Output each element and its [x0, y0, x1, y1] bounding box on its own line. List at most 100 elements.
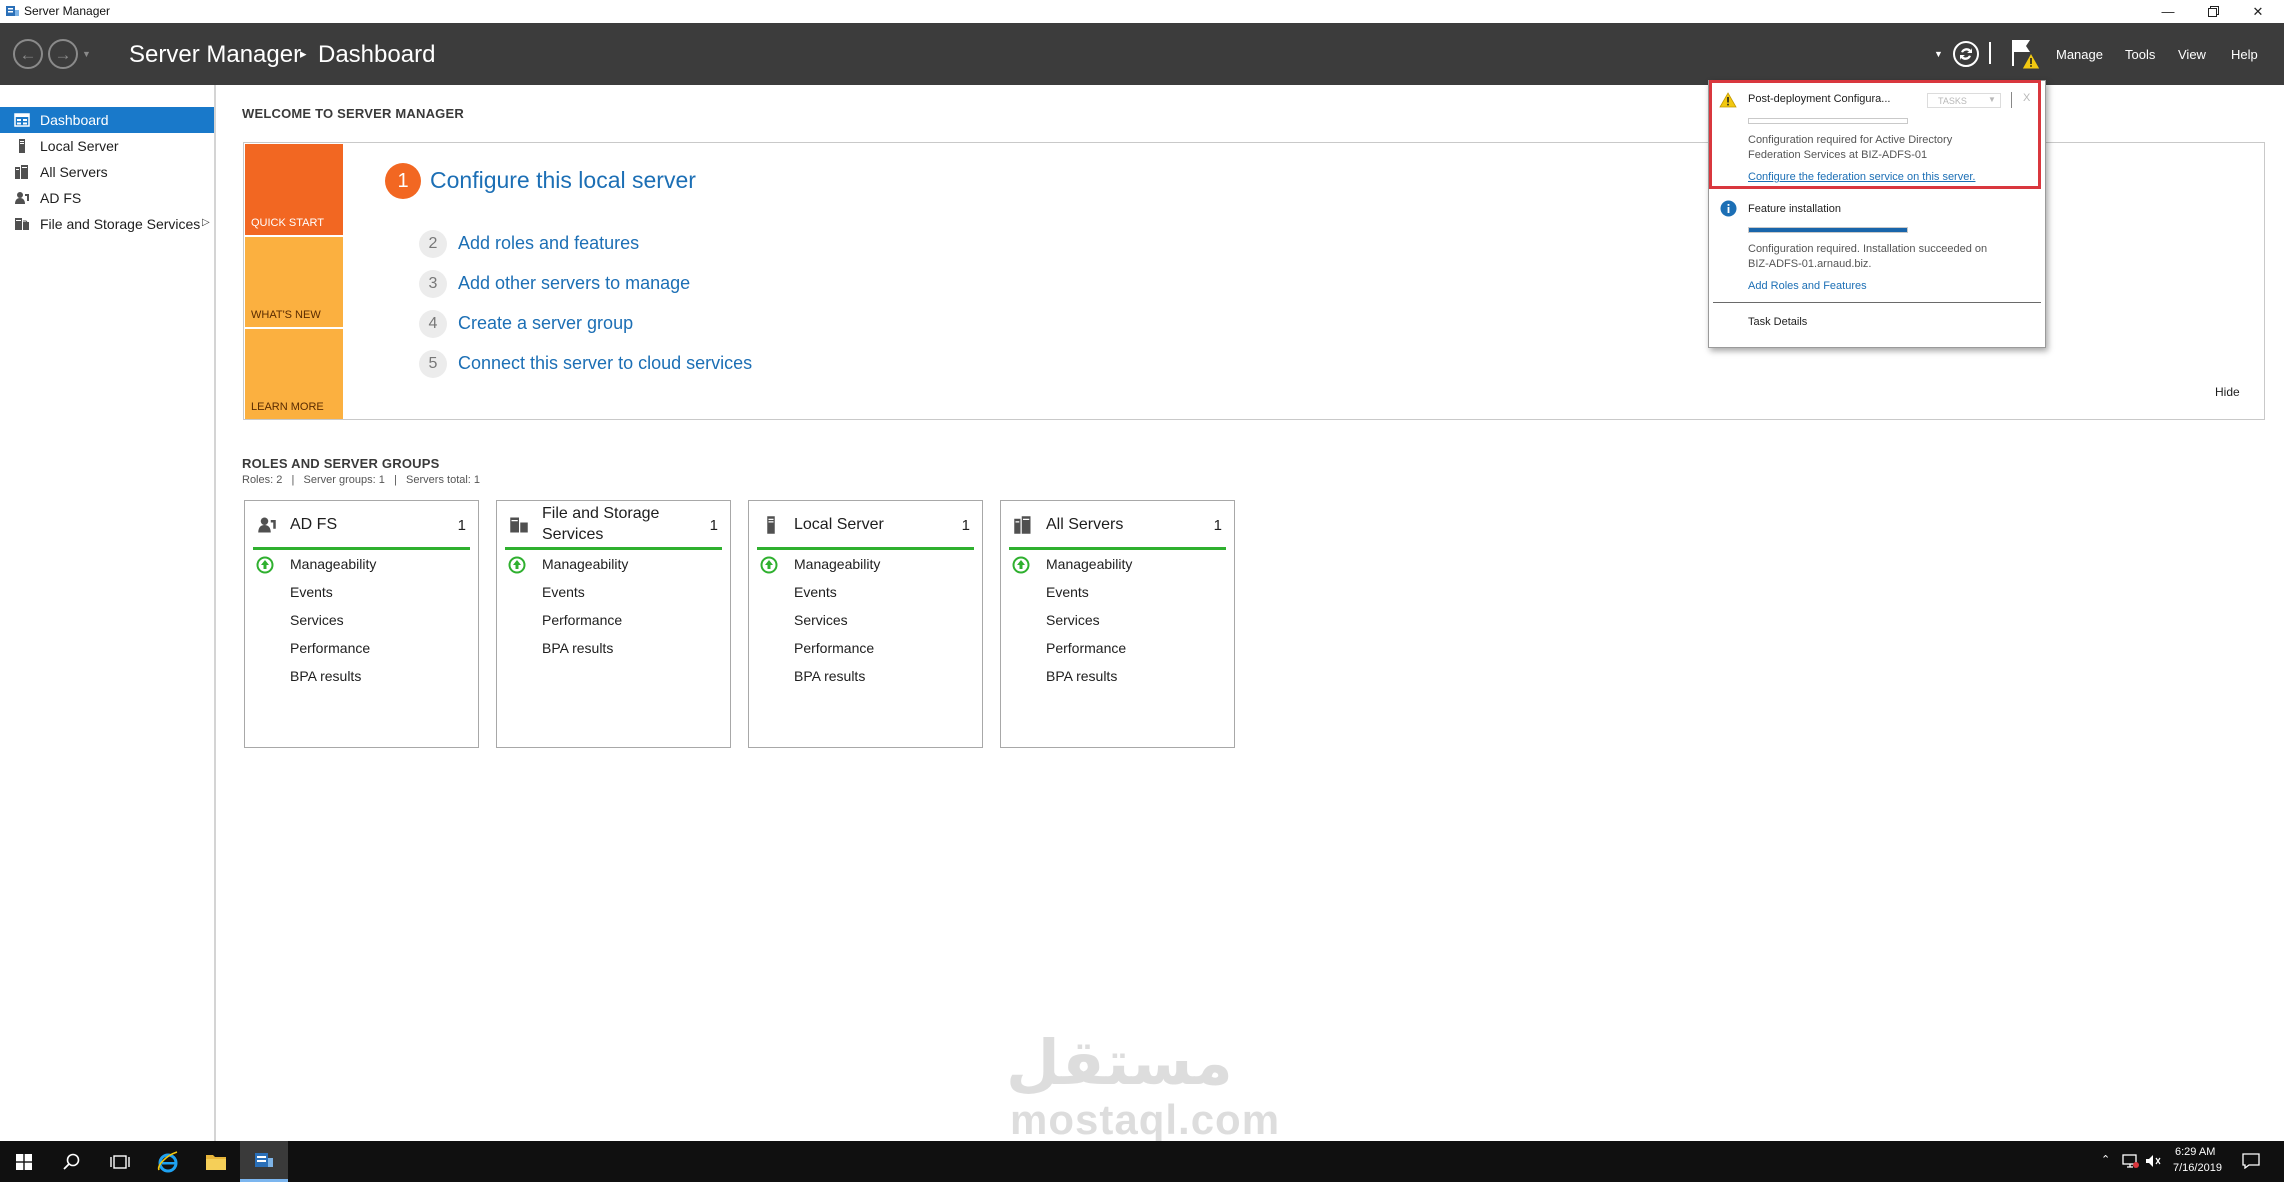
configure-local-server-link[interactable]: Configure this local server	[430, 167, 696, 194]
card-row-manageability[interactable]: Manageability	[290, 556, 376, 572]
back-button[interactable]: ←	[13, 39, 43, 69]
roles-summary: Roles: 2 | Server groups: 1 | Servers to…	[242, 474, 481, 486]
menu-manage[interactable]: Manage	[2056, 47, 2103, 62]
search-button[interactable]	[48, 1141, 96, 1182]
watermark-arabic: مستقل	[1006, 1029, 1233, 1098]
start-button[interactable]	[0, 1141, 48, 1182]
sidebar-item-local-server[interactable]: Local Server	[0, 133, 214, 159]
network-icon[interactable]	[2121, 1154, 2139, 1168]
add-roles-link[interactable]: Add roles and features	[458, 233, 639, 254]
server-icon	[19, 139, 25, 153]
action-center-icon[interactable]	[2242, 1153, 2260, 1169]
app-header: ← → ▼ Server Manager ▸ Dashboard ▼ Manag…	[0, 23, 2284, 85]
card-row-performance[interactable]: Performance	[1046, 640, 1126, 656]
card-title[interactable]: All Servers	[1046, 516, 1123, 534]
volume-icon[interactable]	[2145, 1154, 2161, 1168]
server-manager-taskbar-button[interactable]	[240, 1141, 288, 1182]
taskbar: ⌃ 6:29 AM 7/16/2019	[0, 1141, 2284, 1182]
forward-button[interactable]: →	[48, 39, 78, 69]
tile-label: LEARN MORE	[251, 401, 324, 413]
card-row-events[interactable]: Events	[1046, 584, 1089, 600]
header-dropdown-icon[interactable]: ▼	[1934, 49, 1943, 59]
info-icon	[1720, 200, 1737, 217]
card-count: 1	[709, 517, 718, 534]
sidebar-item-label: AD FS	[40, 190, 82, 206]
card-row-performance[interactable]: Performance	[290, 640, 370, 656]
card-row-events[interactable]: Events	[794, 584, 837, 600]
sidebar-item-all-servers[interactable]: All Servers	[0, 159, 214, 185]
header-divider	[1989, 42, 1991, 64]
menu-view[interactable]: View	[2178, 47, 2206, 62]
card-row-performance[interactable]: Performance	[542, 612, 622, 628]
card-row-services[interactable]: Services	[1046, 612, 1100, 628]
breadcrumb-root[interactable]: Server Manager	[129, 41, 301, 69]
search-icon	[63, 1153, 80, 1170]
notification-title: Feature installation	[1748, 203, 1841, 215]
status-ok-icon	[256, 556, 274, 574]
card-row-events[interactable]: Events	[542, 584, 585, 600]
role-card-all-servers[interactable]: All Servers 1 Manageability Events Servi…	[1000, 500, 1235, 748]
task-details-link[interactable]: Task Details	[1748, 316, 1807, 328]
connect-cloud-link[interactable]: Connect this server to cloud services	[458, 353, 752, 374]
notifications-flag-icon[interactable]	[2010, 37, 2042, 71]
task-view-button[interactable]	[96, 1141, 144, 1182]
tile-quick-start[interactable]: QUICK START	[245, 144, 343, 235]
card-count: 1	[457, 517, 466, 534]
card-row-bpa[interactable]: BPA results	[290, 668, 361, 684]
sidebar-item-label: Dashboard	[40, 112, 109, 128]
refresh-icon[interactable]	[1952, 40, 1980, 68]
tray-chevron-up-icon[interactable]: ⌃	[2101, 1153, 2110, 1166]
card-row-bpa[interactable]: BPA results	[794, 668, 865, 684]
menu-tools[interactable]: Tools	[2125, 47, 2155, 62]
history-dropdown-icon[interactable]: ▼	[82, 49, 91, 59]
step-number: 2	[419, 230, 447, 258]
taskbar-date[interactable]: 7/16/2019	[2173, 1162, 2222, 1174]
step-number: 4	[419, 310, 447, 338]
file-explorer-button[interactable]	[192, 1141, 240, 1182]
status-bar	[505, 547, 722, 550]
chevron-right-icon[interactable]: ▷	[202, 217, 210, 228]
status-bar	[757, 547, 974, 550]
card-row-manageability[interactable]: Manageability	[794, 556, 880, 572]
breadcrumb-current: Dashboard	[318, 41, 436, 68]
sidebar: Dashboard Local Server All Servers AD FS…	[0, 85, 216, 1141]
tile-learn-more[interactable]: LEARN MORE	[245, 329, 343, 419]
add-servers-link[interactable]: Add other servers to manage	[458, 273, 690, 294]
card-title[interactable]: File and Storage	[542, 505, 659, 523]
role-card-local-server[interactable]: Local Server 1 Manageability Events Serv…	[748, 500, 983, 748]
card-row-manageability[interactable]: Manageability	[542, 556, 628, 572]
close-button[interactable]: ✕	[2232, 0, 2284, 23]
ie-button[interactable]	[144, 1141, 192, 1182]
add-roles-features-link[interactable]: Add Roles and Features	[1748, 280, 1867, 292]
status-ok-icon	[1012, 556, 1030, 574]
sidebar-item-adfs[interactable]: AD FS	[0, 185, 214, 211]
menu-help[interactable]: Help	[2231, 47, 2258, 62]
sidebar-item-dashboard[interactable]: Dashboard	[0, 107, 214, 133]
card-row-bpa[interactable]: BPA results	[1046, 668, 1117, 684]
sidebar-item-file-storage[interactable]: File and Storage Services ▷	[0, 211, 214, 237]
tile-whats-new[interactable]: WHAT'S NEW	[245, 237, 343, 327]
taskbar-time[interactable]: 6:29 AM	[2175, 1146, 2215, 1158]
welcome-title: WELCOME TO SERVER MANAGER	[242, 106, 464, 121]
hide-link[interactable]: Hide	[2215, 385, 2240, 399]
role-card-file-storage[interactable]: File and Storage Services 1 Manageabilit…	[496, 500, 731, 748]
step-number: 5	[419, 350, 447, 378]
card-title[interactable]: Local Server	[794, 516, 884, 534]
status-bar	[1009, 547, 1226, 550]
servers-icon	[1014, 516, 1031, 534]
card-row-services[interactable]: Services	[290, 612, 344, 628]
minimize-icon: —	[2161, 4, 2175, 19]
role-card-adfs[interactable]: AD FS 1 Manageability Events Services Pe…	[244, 500, 479, 748]
card-row-services[interactable]: Services	[794, 612, 848, 628]
card-row-events[interactable]: Events	[290, 584, 333, 600]
card-row-bpa[interactable]: BPA results	[542, 640, 613, 656]
status-ok-icon	[760, 556, 778, 574]
card-row-manageability[interactable]: Manageability	[1046, 556, 1132, 572]
main-step-number: 1	[385, 163, 421, 199]
card-title[interactable]: AD FS	[290, 516, 337, 534]
server-manager-icon	[6, 6, 19, 16]
create-server-group-link[interactable]: Create a server group	[458, 313, 633, 334]
status-ok-icon	[508, 556, 526, 574]
card-row-performance[interactable]: Performance	[794, 640, 874, 656]
card-title-line2[interactable]: Services	[542, 526, 603, 544]
